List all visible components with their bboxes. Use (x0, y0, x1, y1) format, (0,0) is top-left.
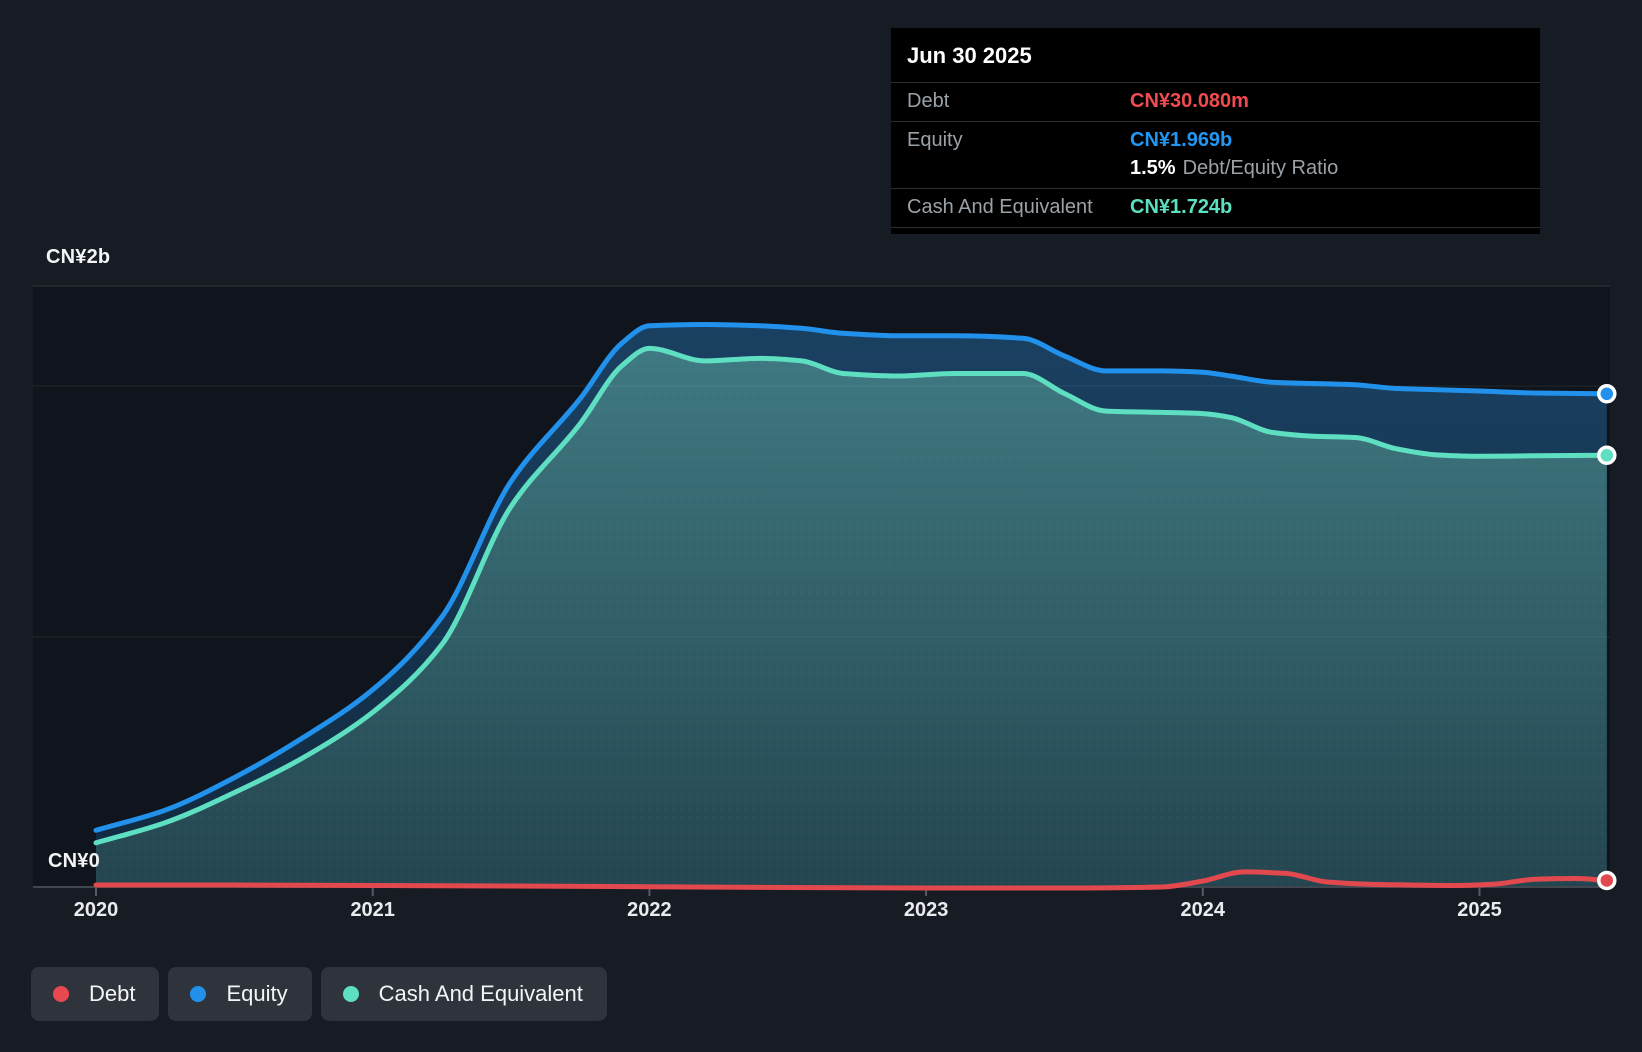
legend-item-debt[interactable]: Debt (31, 967, 160, 1021)
tooltip-debt-value: CN¥30.080m (1130, 90, 1249, 112)
equity-legend-dot-icon (190, 986, 207, 1002)
equity-endpoint-dot (1597, 384, 1617, 404)
legend-item-cash[interactable]: Cash And Equivalent (320, 967, 607, 1021)
tooltip-debt-row: Debt CN¥30.080m (891, 82, 1540, 121)
tooltip-equity-value: CN¥1.969b (1130, 129, 1233, 151)
tooltip-cash-value: CN¥1.724b (1130, 196, 1233, 218)
x-axis-label: 2023 (903, 899, 949, 921)
debt-legend-dot-icon (53, 986, 69, 1002)
tooltip-cash-label: Cash And Equivalent (907, 196, 1093, 218)
y-axis-max-label: CN¥2b (46, 246, 111, 268)
x-axis-label: 2022 (627, 899, 672, 921)
x-axis-label: 2021 (350, 899, 395, 921)
tooltip-equity-row: Equity CN¥1.969b 1.5% Debt/Equity Ratio (891, 121, 1540, 188)
legend-item-equity[interactable]: Equity (168, 967, 312, 1021)
legend-item-label: Cash And Equivalent (378, 981, 583, 1006)
x-axis-label: 2024 (1180, 899, 1226, 921)
tooltip-equity-label: Equity (907, 129, 963, 151)
debt-endpoint-dot (1597, 870, 1617, 891)
tooltip-ratio-label: Debt/Equity Ratio (1182, 157, 1339, 179)
cash-legend-dot-icon (342, 986, 359, 1002)
legend-item-label: Equity (226, 981, 288, 1006)
x-axis-label: 2020 (73, 899, 119, 921)
x-axis-label: 2025 (1457, 899, 1502, 921)
tooltip-debt-label: Debt (907, 90, 950, 112)
chart-tooltip: Jun 30 2025 Debt CN¥30.080m Equity CN¥1.… (891, 28, 1540, 234)
tooltip-ratio-value: 1.5% (1130, 157, 1176, 179)
y-axis-zero-label: CN¥0 (48, 850, 100, 872)
tooltip-cash-row: Cash And Equivalent CN¥1.724b (891, 188, 1540, 228)
cash-endpoint-dot (1597, 445, 1617, 466)
legend-item-label: Debt (89, 981, 136, 1006)
chart-legend: Debt Equity Cash And Equivalent (31, 967, 607, 1021)
tooltip-date: Jun 30 2025 (907, 43, 1032, 68)
